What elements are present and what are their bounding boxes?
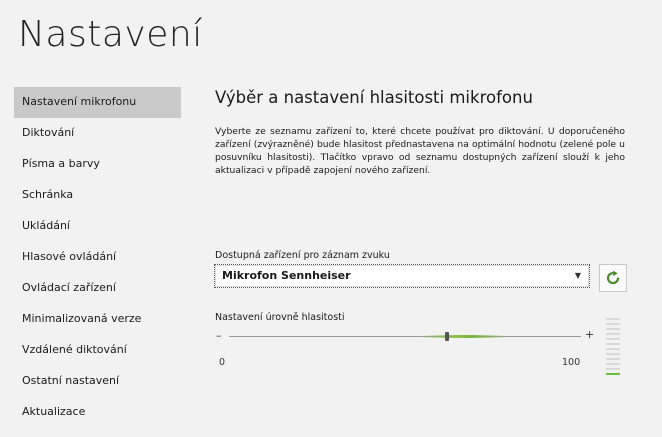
sidebar-item-ovladaci-zarizeni[interactable]: Ovládací zařízení: [14, 273, 181, 304]
volume-plus-icon: +: [585, 328, 595, 341]
refresh-devices-button[interactable]: [599, 264, 627, 292]
settings-sidebar: Nastavení mikrofonu Diktování Písma a ba…: [14, 87, 181, 428]
chevron-down-icon: ▼: [574, 271, 581, 280]
input-level-meter: [606, 318, 620, 378]
level-meter-bar: [606, 353, 620, 355]
section-description: Vyberte ze seznamu zařízení to, které ch…: [215, 126, 625, 176]
sidebar-item-ukladani[interactable]: Ukládání: [14, 211, 181, 242]
volume-label: Nastavení úrovně hlasitosti: [215, 312, 345, 323]
level-meter-bar: [606, 373, 620, 375]
level-meter-bar: [606, 328, 620, 330]
sidebar-item-hlasove-ovladani[interactable]: Hlasové ovládání: [14, 242, 181, 273]
sidebar-item-vzdalene-diktovani[interactable]: Vzdálené diktování: [14, 335, 181, 366]
level-meter-bar: [606, 358, 620, 360]
sidebar-item-ostatni-nastaveni[interactable]: Ostatní nastavení: [14, 366, 181, 397]
volume-minus-icon: –: [216, 329, 222, 342]
recommended-volume-range: [422, 335, 504, 338]
sidebar-item-nastaveni-mikrofonu[interactable]: Nastavení mikrofonu: [14, 87, 181, 118]
volume-min-label: 0: [219, 357, 226, 368]
device-list-label: Dostupná zařízení pro záznam zvuku: [215, 250, 390, 261]
sidebar-item-schranka[interactable]: Schránka: [14, 180, 181, 211]
microphone-settings-panel: Výběr a nastavení hlasitosti mikrofonu V…: [215, 88, 627, 177]
refresh-icon: [606, 270, 620, 285]
sidebar-item-pisma-a-barvy[interactable]: Písma a barvy: [14, 149, 181, 180]
sidebar-item-aktualizace[interactable]: Aktualizace: [14, 397, 181, 428]
level-meter-bar: [606, 318, 620, 320]
volume-max-label: 100: [562, 357, 581, 368]
device-select[interactable]: Mikrofon Sennheiser ▼: [214, 264, 590, 288]
volume-slider-thumb[interactable]: [445, 332, 450, 341]
level-meter-bar: [606, 333, 620, 335]
level-meter-bar: [606, 368, 620, 370]
section-title: Výběr a nastavení hlasitosti mikrofonu: [215, 88, 533, 107]
level-meter-bar: [606, 343, 620, 345]
page-title: Nastavení: [18, 14, 203, 55]
level-meter-bar: [606, 348, 620, 350]
level-meter-bar: [606, 323, 620, 325]
sidebar-item-diktovani[interactable]: Diktování: [14, 118, 181, 149]
level-meter-bar: [606, 363, 620, 365]
volume-slider[interactable]: [229, 332, 581, 341]
sidebar-item-minimalizovana-verze[interactable]: Minimalizovaná verze: [14, 304, 181, 335]
level-meter-bar: [606, 338, 620, 340]
device-select-value: Mikrofon Sennheiser: [222, 269, 351, 282]
